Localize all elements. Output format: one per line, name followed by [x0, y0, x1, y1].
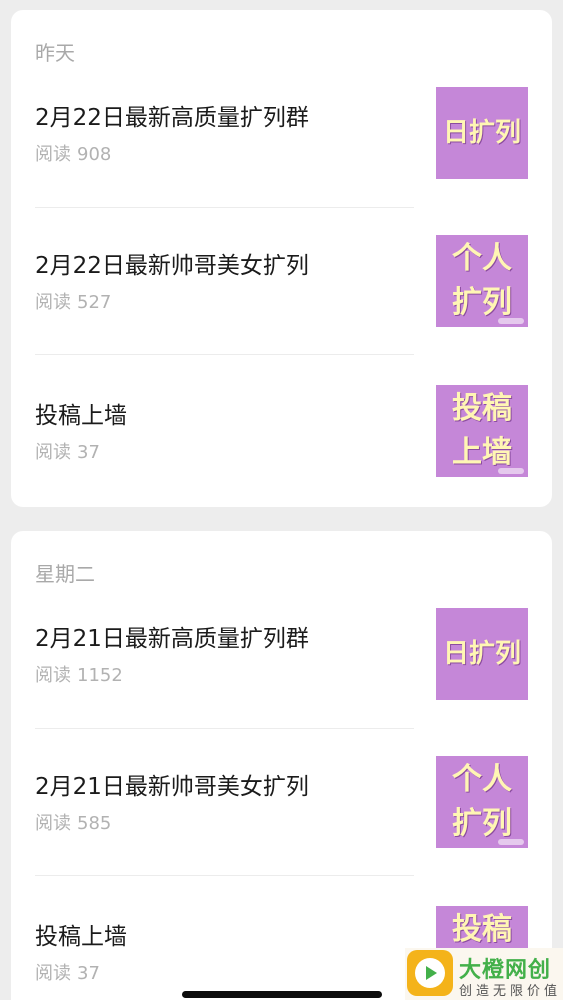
- article-title: 2月22日最新帅哥美女扩列: [35, 253, 309, 279]
- article-item[interactable]: 投稿上墙 阅读 37 投稿 上墙: [11, 308, 552, 477]
- article-item[interactable]: 2月21日最新高质量扩列群 阅读 1152 日扩列: [11, 531, 552, 700]
- article-thumbnail: 投稿 上墙: [436, 385, 528, 477]
- article-read-count: 阅读 37: [35, 959, 100, 985]
- thumbnail-text: 投稿: [452, 391, 512, 426]
- article-item[interactable]: 2月22日最新帅哥美女扩列 阅读 527 个人 扩列: [11, 158, 552, 327]
- thumbnail-text: 投稿: [452, 912, 512, 947]
- article-title: 2月22日最新高质量扩列群: [35, 105, 309, 131]
- article-item[interactable]: 2月21日最新帅哥美女扩列 阅读 585 个人 扩列: [11, 679, 552, 848]
- play-icon: [415, 958, 445, 988]
- thumbnail-text: 个人: [452, 762, 512, 797]
- date-group-yesterday: 昨天 2月22日最新高质量扩列群 阅读 908 日扩列 2月22日最新帅哥美女扩列…: [11, 10, 552, 507]
- read-count-value: 37: [77, 963, 100, 984]
- brand-watermark: 大橙网创 创造无限价值: [405, 948, 563, 1000]
- read-count-label: 阅读: [35, 442, 71, 463]
- article-title: 投稿上墙: [35, 403, 127, 429]
- play-logo-icon: [407, 950, 453, 996]
- thumbnail-text: 个人: [452, 241, 512, 276]
- date-group-tuesday: 星期二 2月21日最新高质量扩列群 阅读 1152 日扩列 2月21日最新帅哥美女…: [11, 531, 552, 1000]
- article-title: 2月21日最新帅哥美女扩列: [35, 774, 309, 800]
- thumbnail-watermark: [498, 468, 524, 474]
- watermark-slogan: 创造无限价值: [459, 984, 562, 999]
- article-item[interactable]: 2月22日最新高质量扩列群 阅读 908 日扩列: [11, 10, 552, 179]
- home-indicator[interactable]: [182, 991, 382, 998]
- article-title: 2月21日最新高质量扩列群: [35, 626, 309, 652]
- read-count-value: 37: [77, 442, 100, 463]
- article-read-count: 阅读 37: [35, 438, 100, 464]
- article-title: 投稿上墙: [35, 924, 127, 950]
- read-count-label: 阅读: [35, 963, 71, 984]
